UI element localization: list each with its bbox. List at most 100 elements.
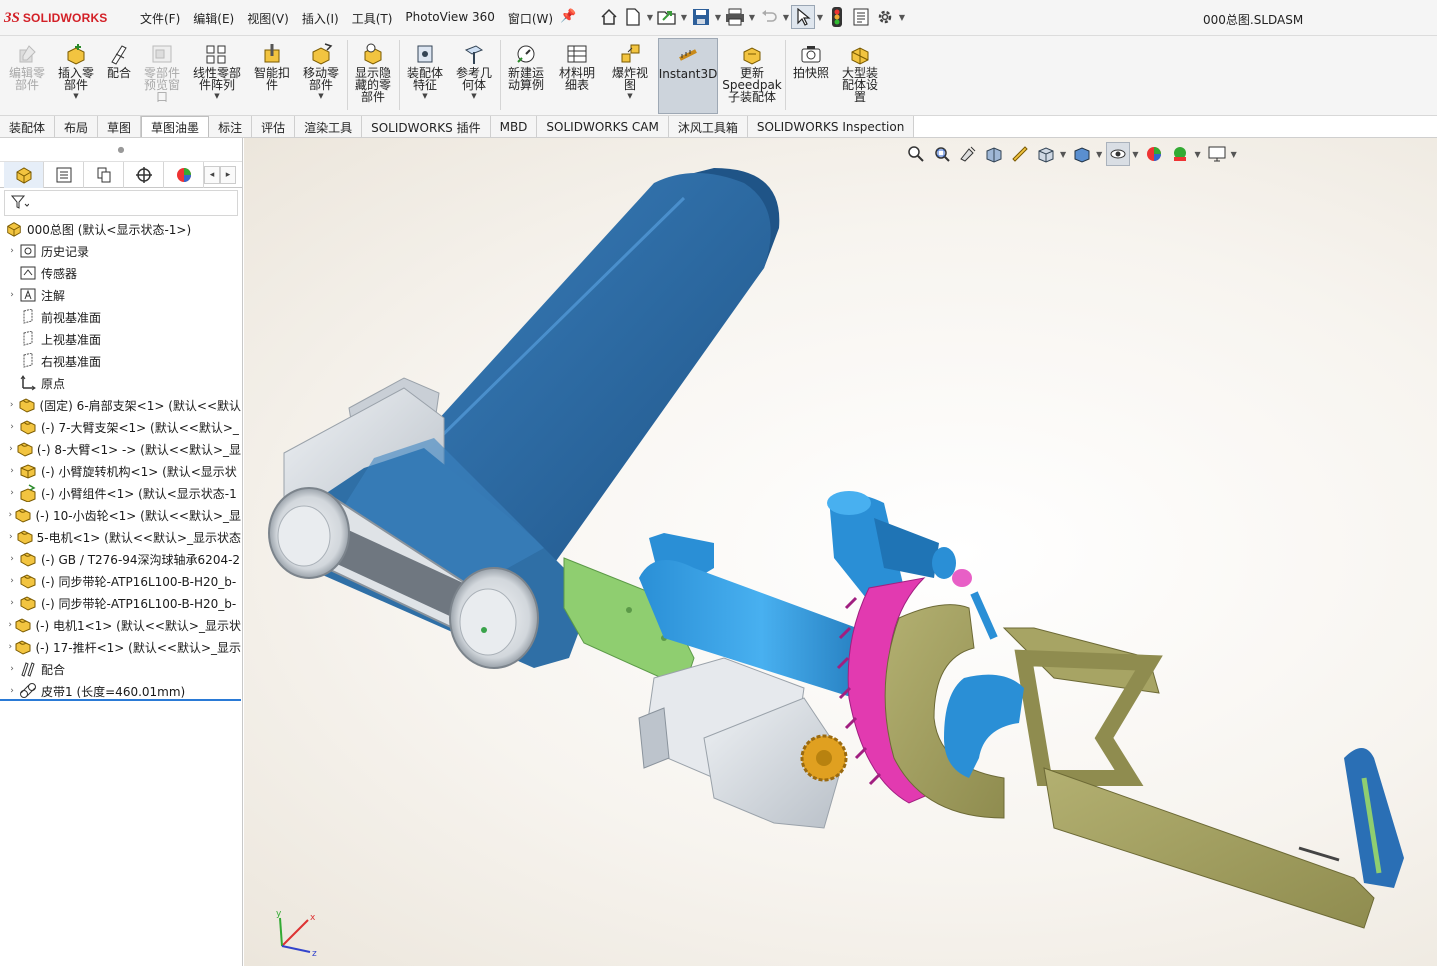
menu-file[interactable]: 文件(F) <box>140 10 180 27</box>
traffic-light-icon[interactable] <box>825 5 849 29</box>
tree-item[interactable]: 右视基准面 <box>0 350 241 372</box>
graphics-area[interactable]: ▼ ▼ ▼ ▼ ▼ x y z <box>244 138 1437 966</box>
tree-item[interactable]: › 注解 <box>0 284 241 306</box>
tree-item[interactable]: › (-) GB / T276-94深沟球轴承6204-2 <box>0 548 241 570</box>
configurationmanager-tab-icon[interactable] <box>84 162 124 188</box>
options-dropdown-icon[interactable]: ▼ <box>897 13 907 22</box>
bom-button[interactable]: 材料明 细表 <box>554 38 600 114</box>
tab-solidworks-inspection[interactable]: SOLIDWORKS Inspection <box>748 116 915 138</box>
menu-tools[interactable]: 工具(T) <box>352 10 393 27</box>
expand-arrow-icon[interactable]: › <box>6 598 18 608</box>
pinion-gear-part[interactable] <box>800 734 848 782</box>
panel-grip[interactable]: ● <box>0 138 242 162</box>
pulley-upper-part[interactable] <box>268 487 350 579</box>
exploded-view-dropdown-icon[interactable]: ▼ <box>627 92 632 100</box>
tab-assembly[interactable]: 装配体 <box>0 116 56 138</box>
print-icon[interactable] <box>723 5 747 29</box>
select-arrow-icon[interactable] <box>791 5 815 29</box>
move-component-dropdown-icon[interactable]: ▼ <box>318 92 323 100</box>
insert-component-button[interactable]: 插入零 部件 ▼ <box>54 38 98 114</box>
reference-geometry-button[interactable]: 参考几 何体 ▼ <box>451 38 497 114</box>
tree-item[interactable]: › (-) 10-小齿轮<1> (默认<<默认>_显 <box>0 504 241 526</box>
tree-item[interactable]: › (-) 同步带轮-ATP16L100-B-H20_b- <box>0 592 241 614</box>
expand-arrow-icon[interactable]: › <box>6 290 18 300</box>
expand-arrow-icon[interactable]: › <box>6 246 18 256</box>
open-icon[interactable] <box>655 5 679 29</box>
tab-scroll-right-icon[interactable]: ▸ <box>220 166 236 184</box>
tab-solidworks-cam[interactable]: SOLIDWORKS CAM <box>537 116 669 138</box>
tree-item[interactable]: 原点 <box>0 372 241 394</box>
tab-solidworks-addins[interactable]: SOLIDWORKS 插件 <box>362 116 491 138</box>
expand-arrow-icon[interactable]: › <box>6 664 18 674</box>
expand-arrow-icon[interactable]: › <box>6 576 18 586</box>
file-properties-icon[interactable] <box>849 5 873 29</box>
new-dropdown-icon[interactable]: ▼ <box>645 13 655 22</box>
tree-item[interactable]: › (-) 小臂旋转机构<1> (默认<显示状 <box>0 460 241 482</box>
tree-item[interactable]: › 5-电机<1> (默认<<默认>_显示状态 <box>0 526 241 548</box>
propertymanager-tab-icon[interactable] <box>44 162 84 188</box>
tree-filter[interactable] <box>4 190 238 216</box>
component-preview-button[interactable]: 零部件 预览窗 口 <box>140 38 184 114</box>
expand-arrow-icon[interactable]: › <box>6 400 17 410</box>
instant3d-button[interactable]: Instant3D <box>658 38 718 114</box>
menu-photoview[interactable]: PhotoView 360 <box>405 10 494 27</box>
expand-arrow-icon[interactable]: › <box>6 532 16 542</box>
tree-item[interactable]: › (-) 小臂组件<1> (默认<显示状态-1 <box>0 482 241 504</box>
speedpak-button[interactable]: 更新 Speedpak 子装配体 <box>722 38 782 114</box>
linear-pattern-button[interactable]: 线性零部 件阵列 ▼ <box>189 38 245 114</box>
tree-root[interactable]: 000总图 (默认<显示状态-1>) <box>0 218 241 240</box>
show-hidden-button[interactable]: 显示隐 藏的零 部件 <box>350 38 396 114</box>
dimxpert-tab-icon[interactable] <box>124 162 164 188</box>
assembly-features-dropdown-icon[interactable]: ▼ <box>422 92 427 100</box>
tab-layout[interactable]: 布局 <box>55 116 99 138</box>
linear-pattern-dropdown-icon[interactable]: ▼ <box>214 92 219 100</box>
expand-arrow-icon[interactable]: › <box>6 422 18 432</box>
insert-component-dropdown-icon[interactable]: ▼ <box>73 92 78 100</box>
pin-icon[interactable]: 📌 <box>560 9 576 24</box>
expand-arrow-icon[interactable]: › <box>6 444 16 454</box>
options-gear-icon[interactable] <box>873 5 897 29</box>
new-document-icon[interactable] <box>621 5 645 29</box>
expand-arrow-icon[interactable]: › <box>6 686 18 696</box>
displaymanager-tab-icon[interactable] <box>164 162 204 188</box>
expand-arrow-icon[interactable]: › <box>6 642 14 652</box>
featuremanager-tab-icon[interactable] <box>4 162 44 188</box>
tab-mufeng-toolbox[interactable]: 沐风工具箱 <box>669 116 748 138</box>
edit-component-button[interactable]: 编辑零 部件 <box>4 38 50 114</box>
assembly-model[interactable] <box>244 138 1437 966</box>
expand-arrow-icon[interactable]: › <box>6 620 14 630</box>
tree-item[interactable]: › 配合 <box>0 658 241 680</box>
expand-arrow-icon[interactable]: › <box>6 488 18 498</box>
undo-icon[interactable] <box>757 5 781 29</box>
tree-item[interactable]: › 历史记录 <box>0 240 241 262</box>
expand-arrow-icon[interactable]: › <box>6 554 18 564</box>
open-dropdown-icon[interactable]: ▼ <box>679 13 689 22</box>
menu-edit[interactable]: 编辑(E) <box>193 10 234 27</box>
expand-arrow-icon[interactable]: › <box>6 510 14 520</box>
menu-insert[interactable]: 插入(I) <box>302 10 339 27</box>
pulley-lower-part[interactable] <box>449 567 539 669</box>
undo-dropdown-icon[interactable]: ▼ <box>781 13 791 22</box>
tree-item[interactable]: 传感器 <box>0 262 241 284</box>
tab-scroll-left-icon[interactable]: ◂ <box>204 166 220 184</box>
menu-window[interactable]: 窗口(W) <box>508 10 553 27</box>
reference-geometry-dropdown-icon[interactable]: ▼ <box>471 92 476 100</box>
tab-markup[interactable]: 标注 <box>209 116 253 138</box>
tree-item[interactable]: › (-) 7-大臂支架<1> (默认<<默认>_ <box>0 416 241 438</box>
print-dropdown-icon[interactable]: ▼ <box>747 13 757 22</box>
snapshot-button[interactable]: 拍快照 <box>788 38 834 114</box>
motion-study-button[interactable]: 新建运 动算例 <box>503 38 549 114</box>
tree-item[interactable]: › (固定) 6-肩部支架<1> (默认<<默认 <box>0 394 241 416</box>
tab-sketch-ink[interactable]: 草图油墨 <box>141 116 210 138</box>
tree-item[interactable]: 上视基准面 <box>0 328 241 350</box>
expand-arrow-icon[interactable]: › <box>6 466 18 476</box>
select-dropdown-icon[interactable]: ▼ <box>815 13 825 22</box>
assembly-features-button[interactable]: 装配体 特征 ▼ <box>402 38 448 114</box>
tab-mbd[interactable]: MBD <box>491 116 538 138</box>
large-assembly-button[interactable]: 大型装 配体设 置 <box>836 38 884 114</box>
save-dropdown-icon[interactable]: ▼ <box>713 13 723 22</box>
exploded-view-button[interactable]: 爆炸视 图 ▼ <box>606 38 654 114</box>
tree-item[interactable]: 前视基准面 <box>0 306 241 328</box>
tree-item[interactable]: › (-) 同步带轮-ATP16L100-B-H20_b- <box>0 570 241 592</box>
smart-fasteners-button[interactable]: 智能扣 件 <box>250 38 294 114</box>
